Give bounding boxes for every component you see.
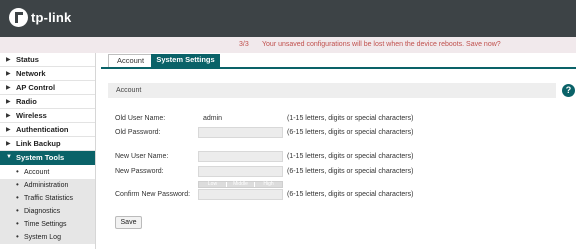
sidebar-item-label: Wireless (16, 111, 47, 120)
strength-low: Low (199, 182, 227, 187)
triangle-right-icon: ▶ (6, 141, 11, 147)
sidebar-item-ap-control[interactable]: ▶ AP Control (0, 81, 95, 95)
account-panel-header: Account (108, 83, 556, 98)
old-user-name-value: admin (203, 115, 223, 122)
new-user-name-field[interactable] (198, 151, 283, 162)
sidebar-item-radio[interactable]: ▶ Radio (0, 95, 95, 109)
new-password-hint: (6-15 letters, digits or special charact… (287, 168, 414, 175)
unsaved-notice-bar: 3/3 Your unsaved configurations will be … (0, 37, 576, 53)
new-user-name-hint: (1-15 letters, digits or special charact… (287, 153, 414, 160)
bullet-icon: • (16, 206, 19, 215)
brand-logo: tp-link (9, 8, 71, 27)
sidebar-item-label: Network (16, 69, 46, 78)
triangle-right-icon: ▶ (6, 71, 11, 77)
strength-high: High (263, 181, 274, 187)
sidebar-item-system-tools[interactable]: ▼ System Tools (0, 151, 95, 165)
triangle-right-icon: ▶ (6, 57, 11, 63)
sidebar-item-label: Link Backup (16, 139, 61, 148)
sidebar-item-status[interactable]: ▶ Status (0, 53, 95, 67)
sidebar-item-wireless[interactable]: ▶ Wireless (0, 109, 95, 123)
bullet-icon: • (16, 232, 19, 241)
sidebar-subitem-diagnostics[interactable]: • Diagnostics (0, 205, 95, 218)
tab-system-settings[interactable]: System Settings (151, 54, 220, 67)
confirm-password-hint: (6-15 letters, digits or special charact… (287, 191, 414, 198)
bullet-icon: • (16, 167, 19, 176)
old-user-name-label: Old User Name: (115, 115, 166, 122)
sidebar-subitem-label: Diagnostics (24, 208, 61, 215)
old-password-field[interactable] (198, 127, 283, 138)
top-header: tp-link (0, 0, 576, 37)
help-icon[interactable]: ? (562, 84, 575, 97)
sidebar-subitem-label: System Log (24, 234, 61, 241)
bullet-icon: • (16, 193, 19, 202)
tp-link-logo-icon (9, 8, 28, 27)
save-button[interactable]: Save (115, 216, 142, 229)
sidebar-subitem-administration[interactable]: • Administration (0, 179, 95, 192)
notice-count: 3/3 (239, 41, 249, 48)
triangle-right-icon: ▶ (6, 113, 11, 119)
sidebar-item-label: Radio (16, 97, 37, 106)
sidebar-subitem-time-settings[interactable]: • Time Settings (0, 218, 95, 231)
sidebar: ▶ Status ▶ Network ▶ AP Control ▶ Radio … (0, 53, 95, 249)
sidebar-item-authentication[interactable]: ▶ Authentication (0, 123, 95, 137)
sidebar-subitem-traffic-statistics[interactable]: • Traffic Statistics (0, 192, 95, 205)
sidebar-item-label: System Tools (16, 153, 65, 162)
tab-account[interactable]: Account (108, 54, 153, 67)
sidebar-subitem-label: Account (24, 169, 50, 176)
old-password-hint: (6-15 letters, digits or special charact… (287, 129, 414, 136)
save-now-link[interactable]: Your unsaved configurations will be lost… (262, 41, 501, 48)
triangle-down-icon: ▼ (6, 154, 12, 160)
sidebar-subitem-system-log[interactable]: • System Log (0, 231, 95, 244)
old-user-name-hint: (1-15 letters, digits or special charact… (287, 115, 414, 122)
new-user-name-label: New User Name: (115, 153, 169, 160)
sidebar-subitem-account[interactable]: • Account (0, 166, 95, 179)
sidebar-subitem-label: Time Settings (24, 221, 67, 228)
password-strength-meter: Low Middle High (198, 181, 283, 188)
bullet-icon: • (16, 219, 19, 228)
triangle-right-icon: ▶ (6, 85, 11, 91)
sidebar-item-network[interactable]: ▶ Network (0, 67, 95, 81)
new-password-field[interactable] (198, 166, 283, 177)
sidebar-item-label: Status (16, 55, 39, 64)
sidebar-item-label: AP Control (16, 83, 56, 92)
confirm-password-label: Confirm New Password: (115, 191, 191, 198)
panel-title: Account (116, 87, 142, 94)
sidebar-item-link-backup[interactable]: ▶ Link Backup (0, 137, 95, 151)
strength-middle: Middle (227, 182, 255, 187)
sidebar-divider (95, 53, 96, 249)
sidebar-subitem-label: Traffic Statistics (24, 195, 74, 202)
sidebar-subitem-label: Administration (24, 182, 69, 189)
old-password-label: Old Password: (115, 129, 161, 136)
triangle-right-icon: ▶ (6, 127, 11, 133)
triangle-right-icon: ▶ (6, 99, 11, 105)
confirm-password-field[interactable] (198, 189, 283, 200)
new-password-label: New Password: (115, 168, 164, 175)
bullet-icon: • (16, 180, 19, 189)
tab-bar: Account System Settings (101, 53, 576, 69)
brand-name: tp-link (31, 10, 72, 25)
sidebar-item-label: Authentication (16, 125, 69, 134)
